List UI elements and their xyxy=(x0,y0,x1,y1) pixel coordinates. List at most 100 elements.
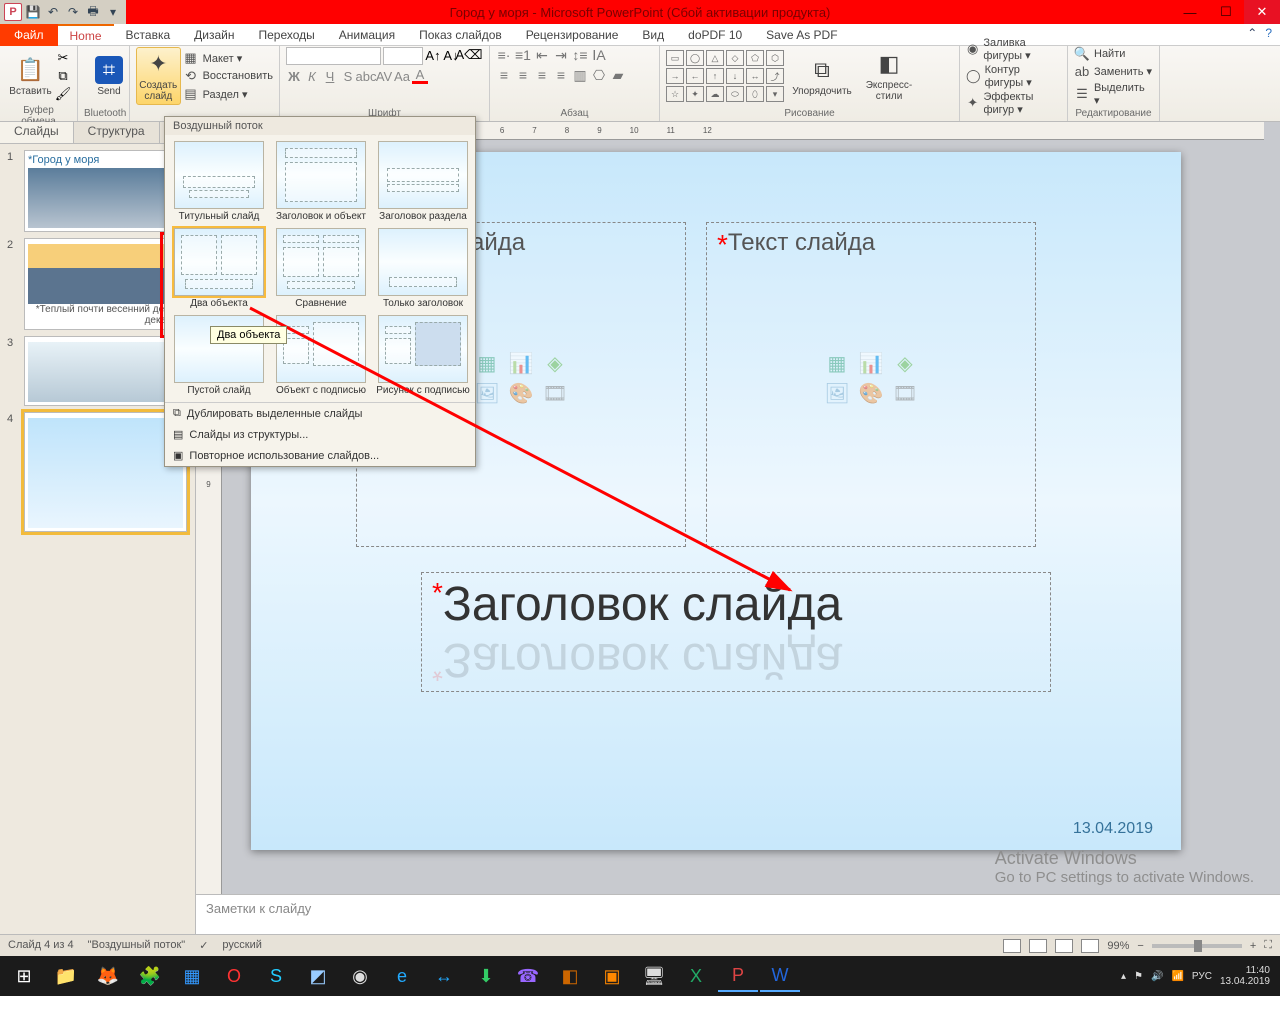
format-painter-icon[interactable]: 🖌 xyxy=(55,86,71,102)
slides-subtab[interactable]: Слайды xyxy=(0,122,74,143)
shape-fill-button[interactable]: Заливка фигуры ▾ xyxy=(983,37,1061,62)
case-icon[interactable]: Aa xyxy=(394,68,410,84)
slideshow-tab[interactable]: Показ слайдов xyxy=(407,24,514,46)
app-icon-2[interactable]: ▦ xyxy=(172,960,212,992)
font-name-combo[interactable] xyxy=(286,47,381,65)
explorer-icon[interactable]: 📁 xyxy=(46,960,86,992)
layout-picture-caption[interactable]: Рисунок с подписью xyxy=(375,315,471,396)
design-tab[interactable]: Дизайн xyxy=(182,24,246,46)
edge-icon[interactable]: e xyxy=(382,960,422,992)
grow-font-icon[interactable]: A↑ xyxy=(425,47,441,63)
spellcheck-icon[interactable]: ✓ xyxy=(199,939,208,952)
thumbnail-4[interactable]: 4 xyxy=(24,412,187,532)
strike-icon[interactable]: abc xyxy=(358,68,374,84)
savepdf-tab[interactable]: Save As PDF xyxy=(754,24,849,46)
view-tab[interactable]: Вид xyxy=(630,24,676,46)
spacing-icon[interactable]: AV xyxy=(376,68,392,84)
app-icon-4[interactable]: ▣ xyxy=(592,960,632,992)
fit-icon[interactable]: ⛶ xyxy=(1264,939,1272,952)
text-direction-icon[interactable]: ⅠA xyxy=(591,47,607,63)
volume-icon[interactable]: 🔊 xyxy=(1151,971,1163,982)
shapes-gallery[interactable]: ▭◯△◇⬠⬡ →←↑↓↔⤴ ☆✦☁⬭⬯▾ xyxy=(666,50,784,102)
reading-view-icon[interactable] xyxy=(1055,939,1073,953)
thumbnail-3[interactable]: 3 xyxy=(24,336,187,406)
qat-dropdown-icon[interactable]: ▾ xyxy=(104,3,122,21)
transitions-tab[interactable]: Переходы xyxy=(246,24,326,46)
tray-lang[interactable]: РУС xyxy=(1192,971,1212,982)
home-tab[interactable]: Home xyxy=(58,24,114,46)
chrome-icon[interactable]: ◉ xyxy=(340,960,380,992)
align-left-icon[interactable]: ≡ xyxy=(496,67,512,83)
repeat-icon[interactable]: 🖶 xyxy=(84,3,102,21)
insert-tab[interactable]: Вставка xyxy=(114,24,183,46)
find-button[interactable]: Найти xyxy=(1094,48,1125,60)
media-icon[interactable]: 🎞 xyxy=(543,381,567,405)
sorter-view-icon[interactable] xyxy=(1029,939,1047,953)
picture-icon[interactable]: 🖼 xyxy=(825,381,849,405)
normal-view-icon[interactable] xyxy=(1003,939,1021,953)
app-icon-5[interactable]: 🖥 xyxy=(634,960,674,992)
title-placeholder[interactable]: *Заголовок слайда *Заголовок слайда xyxy=(421,572,1051,692)
viber-icon[interactable]: ☎ xyxy=(508,960,548,992)
store-icon[interactable]: ⬇ xyxy=(466,960,506,992)
columns-icon[interactable]: ▥ xyxy=(572,67,588,83)
copy-icon[interactable]: ⧉ xyxy=(55,68,71,84)
quick-styles-button[interactable]: ◧ Экспресс-стили xyxy=(858,47,920,105)
layout-title-content[interactable]: Заголовок и объект xyxy=(273,141,369,222)
teamviewer-icon[interactable]: ↔ xyxy=(424,960,464,992)
indent-inc-icon[interactable]: ⇥ xyxy=(553,47,569,63)
send-button[interactable]: ⌗ Send xyxy=(84,47,134,105)
shadow-icon[interactable]: S xyxy=(340,68,356,84)
redo-icon[interactable]: ↷ xyxy=(64,3,82,21)
word-icon[interactable]: W xyxy=(760,960,800,992)
app-icon[interactable]: P xyxy=(4,3,22,21)
paste-button[interactable]: 📋 Вставить xyxy=(6,47,55,105)
smartart-icon[interactable]: ◈ xyxy=(543,351,567,375)
chart-icon[interactable]: 📊 xyxy=(509,351,533,375)
media-icon[interactable]: 🎞 xyxy=(893,381,917,405)
dopdf-tab[interactable]: doPDF 10 xyxy=(676,24,754,46)
underline-icon[interactable]: Ч xyxy=(322,68,338,84)
arrange-button[interactable]: ⧉ Упорядочить xyxy=(792,47,852,105)
bold-icon[interactable]: Ж xyxy=(286,68,302,84)
skype-icon[interactable]: S xyxy=(256,960,296,992)
layout-button[interactable]: Макет ▾ xyxy=(203,52,243,65)
thumbnail-1[interactable]: 1 *Город у моря xyxy=(24,150,187,232)
excel-icon[interactable]: X xyxy=(676,960,716,992)
bullets-icon[interactable]: ≡· xyxy=(496,47,512,63)
picture-icon[interactable]: 🖼 xyxy=(475,381,499,405)
zoom-slider[interactable] xyxy=(1152,944,1242,948)
outline-subtab[interactable]: Структура xyxy=(74,122,160,143)
zoom-in-icon[interactable]: + xyxy=(1250,940,1256,952)
thumbnail-2[interactable]: 2 *Теплый почти весенний день в декабре xyxy=(24,238,187,330)
smartart-icon[interactable]: ▰ xyxy=(610,67,626,83)
align-right-icon[interactable]: ≡ xyxy=(534,67,550,83)
chart-icon[interactable]: 📊 xyxy=(859,351,883,375)
start-button[interactable]: ⊞ xyxy=(4,960,44,992)
language-indicator[interactable]: русский xyxy=(222,939,261,952)
italic-icon[interactable]: К xyxy=(304,68,320,84)
animation-tab[interactable]: Анимация xyxy=(327,24,407,46)
line-spacing-icon[interactable]: ↕≡ xyxy=(572,47,588,63)
layout-title-slide[interactable]: Титульный слайд xyxy=(171,141,267,222)
close-button[interactable]: ✕ xyxy=(1244,0,1280,24)
layout-content-caption[interactable]: Объект с подписью xyxy=(273,315,369,396)
undo-icon[interactable]: ↶ xyxy=(44,3,62,21)
notes-pane[interactable]: Заметки к слайду xyxy=(196,894,1280,934)
shape-outline-button[interactable]: Контур фигуры ▾ xyxy=(985,64,1061,89)
clipart-icon[interactable]: 🎨 xyxy=(509,381,533,405)
align-text-icon[interactable]: ⎔ xyxy=(591,67,607,83)
justify-icon[interactable]: ≡ xyxy=(553,67,569,83)
select-button[interactable]: Выделить ▾ xyxy=(1094,82,1153,107)
network-icon[interactable]: 📶 xyxy=(1171,971,1183,982)
reuse-slides[interactable]: ▣Повторное использование слайдов... xyxy=(165,445,475,466)
indent-dec-icon[interactable]: ⇤ xyxy=(534,47,550,63)
app-icon-1[interactable]: 🧩 xyxy=(130,960,170,992)
file-tab[interactable]: Файл xyxy=(0,24,58,46)
smartart-icon[interactable]: ◈ xyxy=(893,351,917,375)
minimize-ribbon-icon[interactable]: ⌃ xyxy=(1247,26,1257,40)
layout-comparison[interactable]: Сравнение xyxy=(273,228,369,309)
reset-button[interactable]: Восстановить xyxy=(203,70,273,82)
duplicate-slides[interactable]: ⧉Дублировать выделенные слайды xyxy=(165,403,475,424)
slideshow-view-icon[interactable] xyxy=(1081,939,1099,953)
